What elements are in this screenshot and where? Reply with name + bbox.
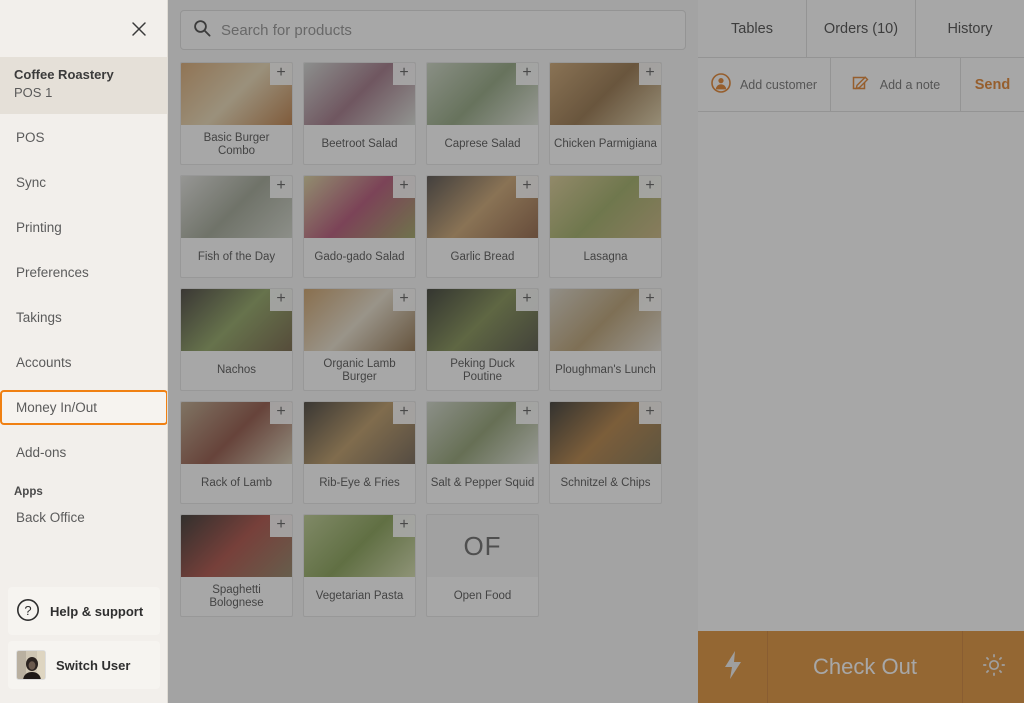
question-mark-icon: ? (16, 598, 40, 625)
sidebar-item-accounts[interactable]: Accounts (0, 345, 168, 380)
drawer-footer: ? Help & support Switch User (0, 587, 168, 703)
sidebar-item-label: Sync (16, 175, 47, 190)
sidebar-item-label: Add-ons (16, 445, 67, 460)
drawer-header (0, 0, 168, 57)
sidebar-item-label: Preferences (16, 265, 89, 280)
sidebar-item-label: Takings (16, 310, 62, 325)
sidebar-item-money-in-out[interactable]: Money In/Out (0, 390, 168, 425)
svg-text:?: ? (24, 603, 31, 618)
sidebar-item-label: POS (16, 130, 45, 145)
help-and-support-label: Help & support (50, 603, 144, 619)
switch-user-label: Switch User (56, 657, 131, 673)
sidebar-item-sync[interactable]: Sync (0, 165, 168, 200)
sidebar-section-heading: Apps (14, 486, 43, 498)
sidebar-item-pos[interactable]: POS (0, 120, 168, 155)
sidebar-item-takings[interactable]: Takings (0, 300, 168, 335)
close-icon[interactable] (126, 16, 152, 42)
account-subtitle: POS 1 (14, 85, 53, 100)
pos-app-window: +Basic Burger Combo+Beetroot Salad+Capre… (0, 0, 1024, 703)
account-block[interactable]: Coffee Roastery POS 1 (0, 57, 168, 114)
drawer-nav-list: POS Sync Printing Preferences Takings Account… (0, 114, 168, 587)
sidebar-item-label: Printing (16, 220, 62, 235)
account-name: Coffee Roastery (14, 67, 114, 82)
avatar (16, 650, 46, 680)
sidebar-item-preferences[interactable]: Preferences (0, 255, 168, 290)
sidebar-item-printing[interactable]: Printing (0, 210, 168, 245)
switch-user-button[interactable]: Switch User (8, 641, 160, 689)
drawer-edge-divider (167, 0, 168, 703)
sidebar-item-label: Accounts (16, 355, 72, 370)
sidebar-item-add-ons[interactable]: Add-ons (0, 435, 168, 470)
sidebar-item-back-office[interactable]: Back Office (0, 500, 168, 535)
help-and-support-button[interactable]: ? Help & support (8, 587, 160, 635)
sidebar-item-label: Back Office (16, 510, 85, 525)
sidebar-item-label: Money In/Out (16, 400, 98, 415)
settings-drawer: Coffee Roastery POS 1 POS Sync Printing Pre… (0, 0, 168, 703)
